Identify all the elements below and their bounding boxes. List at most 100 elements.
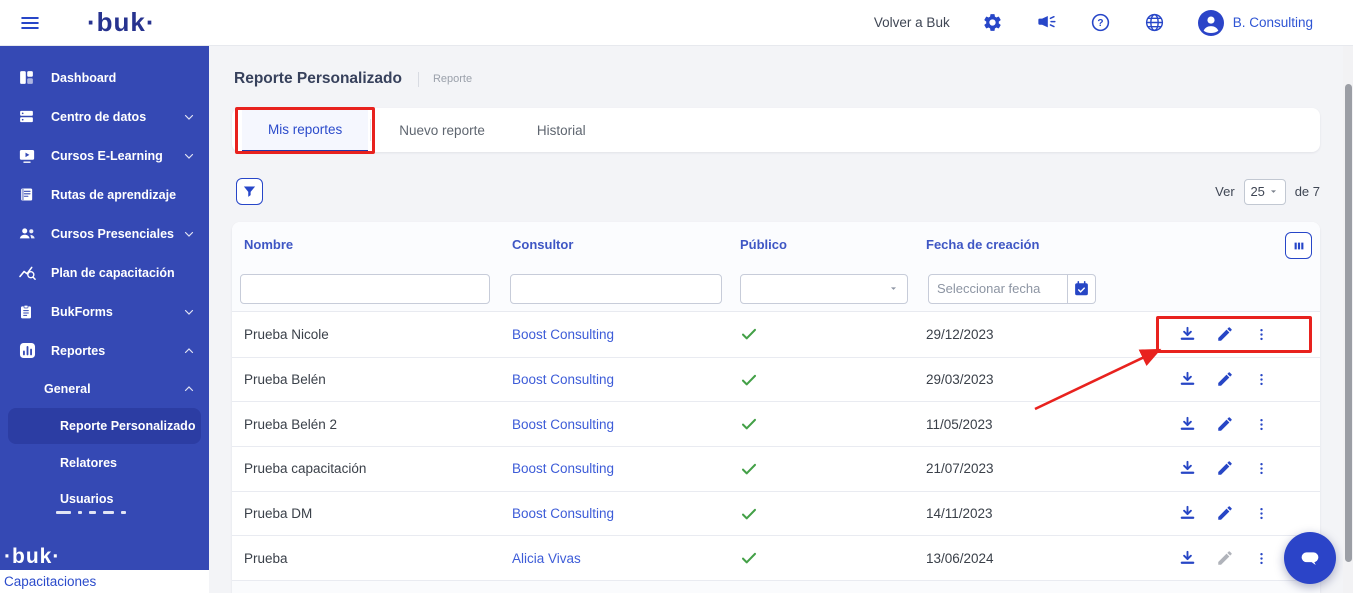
volver-a-buk-link[interactable]: Volver a Buk <box>874 15 950 30</box>
caret-down-icon <box>888 283 899 294</box>
check-icon <box>740 549 758 567</box>
consultant-link[interactable]: Boost Consulting <box>512 327 614 342</box>
vertical-scrollbar[interactable] <box>1343 46 1353 593</box>
creation-date: 11/05/2023 <box>916 417 1166 432</box>
module-label: Capacitaciones <box>4 574 96 589</box>
consultant-link[interactable]: Boost Consulting <box>512 461 614 476</box>
filter-publico-select[interactable] <box>740 274 908 304</box>
forms-icon <box>18 303 38 321</box>
table-row[interactable]: Prueba DM Boost Consulting 14/11/2023 <box>232 491 1320 536</box>
consultant-link[interactable]: Boost Consulting <box>512 417 614 432</box>
sidebar-item-cursos-presenciales[interactable]: Cursos Presenciales <box>0 214 209 253</box>
module-footer: Capacitaciones <box>0 570 209 593</box>
hamburger-icon[interactable] <box>18 11 42 35</box>
columns-button[interactable] <box>1285 232 1312 259</box>
download-icon[interactable] <box>1178 370 1197 389</box>
edit-icon[interactable] <box>1216 504 1235 523</box>
filter-consultor-input[interactable] <box>510 274 722 304</box>
sidebar-item-centro-de-datos[interactable]: Centro de datos <box>0 97 209 136</box>
tab-mis-reportes[interactable]: Mis reportes <box>242 108 368 152</box>
gear-icon[interactable] <box>982 12 1004 34</box>
plan-icon <box>18 264 38 282</box>
edit-icon[interactable] <box>1216 370 1235 389</box>
table-row[interactable]: Prueba Belén 2 Boost Consulting 11/05/20… <box>232 401 1320 446</box>
total-count-label: de 7 <box>1295 184 1320 199</box>
sidebar-item-label: Cursos E-Learning <box>51 149 163 163</box>
more-options-icon[interactable] <box>1254 459 1269 478</box>
filter-button[interactable] <box>236 178 263 205</box>
more-options-icon[interactable] <box>1254 370 1269 389</box>
column-header-nombre[interactable]: Nombre <box>232 237 500 252</box>
column-header-fecha[interactable]: Fecha de creación <box>916 237 1166 252</box>
edit-icon[interactable] <box>1216 325 1235 344</box>
sidebar-item-reporte-personalizado[interactable]: Reporte Personalizado <box>8 408 201 444</box>
reports-table: Nombre Consultor Público Fecha de creaci… <box>232 222 1320 593</box>
megaphone-icon[interactable] <box>1036 12 1058 34</box>
chevron-down-icon <box>183 111 195 123</box>
breadcrumb-divider <box>418 72 419 87</box>
creation-date: 29/12/2023 <box>916 327 1166 342</box>
more-options-icon[interactable] <box>1254 549 1269 568</box>
filter-nombre-input[interactable] <box>240 274 490 304</box>
consultant-link[interactable]: Alicia Vivas <box>512 551 581 566</box>
check-icon <box>740 505 758 523</box>
download-icon[interactable] <box>1178 504 1197 523</box>
sidebar-item-label: Centro de datos <box>51 110 146 124</box>
columns-icon <box>1291 238 1307 254</box>
report-name: Prueba Belén 2 <box>232 417 500 432</box>
download-icon[interactable] <box>1178 325 1197 344</box>
sidebar-item-plan-de-capacitaci-n[interactable]: Plan de capacitación <box>0 253 209 292</box>
download-icon[interactable] <box>1178 549 1197 568</box>
column-header-consultor[interactable]: Consultor <box>500 237 730 252</box>
help-icon[interactable]: ? <box>1090 12 1112 34</box>
edit-icon[interactable] <box>1216 415 1235 434</box>
table-row[interactable]: Prueba Nicole Boost Consulting 29/12/202… <box>232 312 1320 357</box>
partial-next-row <box>232 580 1320 593</box>
sidebar-item-bukforms[interactable]: BukForms <box>0 292 209 331</box>
account-menu[interactable]: B. Consulting <box>1198 10 1313 36</box>
edit-icon[interactable] <box>1216 459 1235 478</box>
edit-icon[interactable] <box>1216 549 1235 568</box>
column-header-publico[interactable]: Público <box>730 237 916 252</box>
sidebar-item-dashboard[interactable]: Dashboard <box>0 58 209 97</box>
filter-fecha-input[interactable] <box>928 274 1068 304</box>
tab-nuevo-reporte[interactable]: Nuevo reporte <box>373 108 511 152</box>
row-actions <box>1166 459 1320 478</box>
chat-launcher-button[interactable] <box>1284 532 1336 584</box>
table-row[interactable]: Prueba Belén Boost Consulting 29/03/2023 <box>232 357 1320 402</box>
table-header-row: Nombre Consultor Público Fecha de creaci… <box>232 222 1320 266</box>
sidebar-item-relatores[interactable]: Relatores <box>0 445 209 481</box>
table-row[interactable]: Prueba capacitación Boost Consulting 21/… <box>232 446 1320 491</box>
row-actions <box>1166 325 1320 344</box>
sidebar-item-clipped[interactable] <box>56 511 133 514</box>
breadcrumb: Reporte <box>433 73 472 85</box>
sidebar-item-label: Dashboard <box>51 71 116 85</box>
sidebar-item-label: Reporte Personalizado <box>60 419 195 433</box>
ver-label: Ver <box>1215 184 1235 199</box>
consultant-link[interactable]: Boost Consulting <box>512 372 614 387</box>
sidebar-item-reportes[interactable]: Reportes <box>0 331 209 370</box>
routes-icon <box>18 186 38 204</box>
consultant-link[interactable]: Boost Consulting <box>512 506 614 521</box>
creation-date: 14/11/2023 <box>916 506 1166 521</box>
page-size-select[interactable]: 25 <box>1244 179 1286 205</box>
table-row[interactable]: Prueba Alicia Vivas 13/06/2024 <box>232 535 1320 580</box>
scrollbar-thumb[interactable] <box>1345 84 1352 562</box>
more-options-icon[interactable] <box>1254 415 1269 434</box>
chevron-down-icon <box>183 150 195 162</box>
sidebar-item-general[interactable]: General <box>0 370 209 407</box>
more-options-icon[interactable] <box>1254 325 1269 344</box>
sidebar-item-label: General <box>44 382 91 396</box>
tab-historial[interactable]: Historial <box>511 108 612 152</box>
check-icon <box>740 460 758 478</box>
download-icon[interactable] <box>1178 415 1197 434</box>
sidebar-item-rutas-de-aprendizaje[interactable]: Rutas de aprendizaje <box>0 175 209 214</box>
more-options-icon[interactable] <box>1254 504 1269 523</box>
globe-icon[interactable] <box>1144 12 1166 34</box>
sidebar-item-label: Plan de capacitación <box>51 266 175 280</box>
tab-label: Historial <box>537 123 586 138</box>
sidebar-item-cursos-e-learning[interactable]: Cursos E-Learning <box>0 136 209 175</box>
download-icon[interactable] <box>1178 459 1197 478</box>
calendar-icon[interactable] <box>1068 274 1096 304</box>
sidebar-item-label: Cursos Presenciales <box>51 227 174 241</box>
